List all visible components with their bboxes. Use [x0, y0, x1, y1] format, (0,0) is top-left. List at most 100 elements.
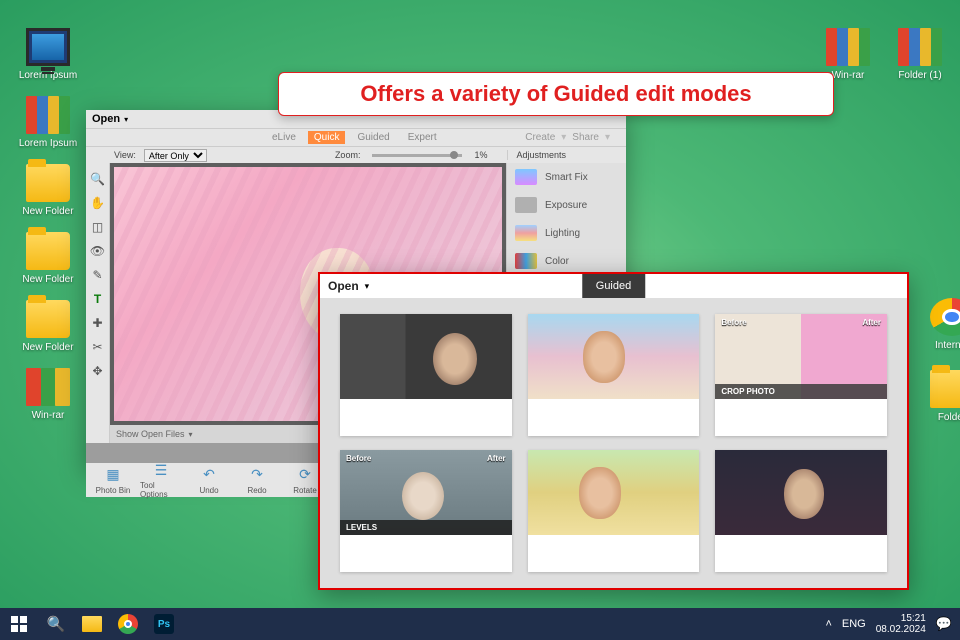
tray-caret-icon[interactable]: ˄: [825, 618, 831, 630]
folder-icon: [26, 300, 70, 338]
desktop-icon-folder[interactable]: Folder (1): [888, 28, 952, 81]
card-thumb: [528, 314, 700, 399]
view-label: View:: [114, 150, 136, 160]
chevron-down-icon[interactable]: ▾: [124, 115, 128, 124]
text-tool-icon[interactable]: T: [90, 291, 106, 307]
desktop-icon-chrome[interactable]: Internet: [920, 298, 960, 351]
card-thumb: [340, 314, 512, 399]
mode-guided[interactable]: Guided: [351, 131, 395, 144]
desktop-icon-computer[interactable]: Lorem Ipsum: [16, 28, 80, 81]
crop-tool-icon[interactable]: ✂: [90, 339, 106, 355]
adj-color[interactable]: Color: [507, 247, 626, 275]
icon-label: Folder (1): [888, 70, 952, 81]
guided-card[interactable]: [715, 450, 887, 572]
tooloptions-button[interactable]: ☰Tool Options: [140, 461, 182, 499]
menu-open[interactable]: Open: [92, 113, 120, 125]
windows-icon: [11, 616, 27, 632]
guided-open[interactable]: Open: [328, 279, 359, 293]
lighting-icon: [515, 225, 537, 241]
callout-text: Offers a variety of Guided edit modes: [360, 81, 751, 107]
hand-tool-icon[interactable]: ✋: [90, 195, 106, 211]
photobin-button[interactable]: ▦Photo Bin: [92, 466, 134, 495]
move-tool-icon[interactable]: ✥: [90, 363, 106, 379]
selection-tool-icon[interactable]: ◫: [90, 219, 106, 235]
card-title: CROP PHOTO: [715, 384, 887, 399]
menu-create[interactable]: Create: [525, 132, 555, 143]
tab-guided[interactable]: Guided: [582, 274, 645, 298]
desktop-icon-folder[interactable]: New Folder: [16, 232, 80, 285]
clock-date: 08.02.2024: [876, 624, 926, 635]
folder-icon: [26, 232, 70, 270]
photoshop-icon: Ps: [154, 614, 174, 634]
file-explorer-button[interactable]: [78, 610, 106, 638]
heal-tool-icon[interactable]: ✚: [90, 315, 106, 331]
zoom-tool-icon[interactable]: 🔍: [90, 171, 106, 187]
card-thumb: [715, 450, 887, 535]
after-label: After: [487, 454, 506, 463]
clock[interactable]: 15:21 08.02.2024: [876, 613, 926, 635]
icon-label: Win-rar: [16, 410, 80, 421]
redo-button[interactable]: ↷Redo: [236, 466, 278, 495]
photoshop-button[interactable]: Ps: [150, 610, 178, 638]
card-thumb: Before After CROP PHOTO: [715, 314, 887, 399]
winrar-icon: [26, 368, 70, 406]
guided-card[interactable]: [340, 314, 512, 436]
guided-card-levels[interactable]: Before After LEVELS: [340, 450, 512, 572]
color-icon: [515, 253, 537, 269]
mode-quick[interactable]: Quick: [308, 131, 346, 144]
language-indicator[interactable]: ENG: [842, 618, 866, 630]
folder-icon: [26, 164, 70, 202]
adj-exposure[interactable]: Exposure: [507, 191, 626, 219]
desktop-icon-folder[interactable]: New Folder: [16, 164, 80, 217]
guided-window: Open ▾ Guided Before After CROP PHOTO Be…: [318, 272, 909, 590]
view-bar: View: After Only Zoom: 1% Adjustments: [86, 146, 626, 163]
taskbar: 🔍 Ps ˄ ENG 15:21 08.02.2024 💬: [0, 608, 960, 640]
adjustments-header: Adjustments: [507, 150, 566, 160]
icon-label: Lorem Ipsum: [16, 138, 80, 149]
card-thumb: Before After LEVELS: [340, 450, 512, 535]
adj-lighting[interactable]: Lighting: [507, 219, 626, 247]
undo-icon: ↶: [200, 466, 218, 484]
desktop-icon-binders[interactable]: Lorem Ipsum: [16, 96, 80, 149]
clock-time: 15:21: [876, 613, 926, 624]
exposure-icon: [515, 197, 537, 213]
show-open-files[interactable]: Show Open Files: [116, 429, 185, 439]
gradient-icon: [515, 169, 537, 185]
mode-expert[interactable]: Expert: [402, 131, 443, 144]
monitor-icon: [26, 28, 70, 66]
system-tray: ˄ ENG 15:21 08.02.2024 💬: [825, 613, 960, 635]
icon-label: New Folder: [16, 342, 80, 353]
menu-share[interactable]: Share: [572, 132, 599, 143]
desktop-icon-folder[interactable]: New Folder: [16, 300, 80, 353]
mode-bar: eLive Quick Guided Expert Create ▾ Share…: [86, 128, 626, 146]
before-label: Before: [721, 318, 746, 327]
tool-strip: 🔍 ✋ ◫ 👁 ✎ T ✚ ✂ ✥: [86, 163, 110, 443]
adj-smartfix[interactable]: Smart Fix: [507, 163, 626, 191]
chrome-icon: [930, 298, 960, 336]
guided-card-crop[interactable]: Before After CROP PHOTO: [715, 314, 887, 436]
icon-label: Folder: [920, 412, 960, 423]
binders-icon: [898, 28, 942, 66]
zoom-label: Zoom:: [335, 150, 361, 160]
rotate-icon: ⟳: [296, 466, 314, 484]
mode-elive[interactable]: eLive: [266, 131, 302, 144]
view-select[interactable]: After Only: [144, 149, 207, 162]
folder-icon: [930, 370, 960, 408]
chrome-button[interactable]: [114, 610, 142, 638]
zoom-slider[interactable]: [372, 154, 462, 157]
eye-tool-icon[interactable]: 👁: [90, 243, 106, 259]
desktop-icon-winrar[interactable]: Win-rar: [16, 368, 80, 421]
undo-button[interactable]: ↶Undo: [188, 466, 230, 495]
chevron-down-icon[interactable]: ▾: [365, 281, 370, 292]
start-button[interactable]: [0, 608, 38, 640]
notifications-icon[interactable]: 💬: [936, 616, 952, 632]
search-button[interactable]: 🔍: [42, 610, 70, 638]
icon-label: Lorem Ipsum: [16, 70, 80, 81]
guided-card[interactable]: [528, 450, 700, 572]
photobin-icon: ▦: [104, 466, 122, 484]
desktop-icon-folder[interactable]: Folder: [920, 370, 960, 423]
card-thumb: [528, 450, 700, 535]
guided-card[interactable]: [528, 314, 700, 436]
chevron-down-icon[interactable]: ▾: [189, 430, 193, 439]
brush-tool-icon[interactable]: ✎: [90, 267, 106, 283]
